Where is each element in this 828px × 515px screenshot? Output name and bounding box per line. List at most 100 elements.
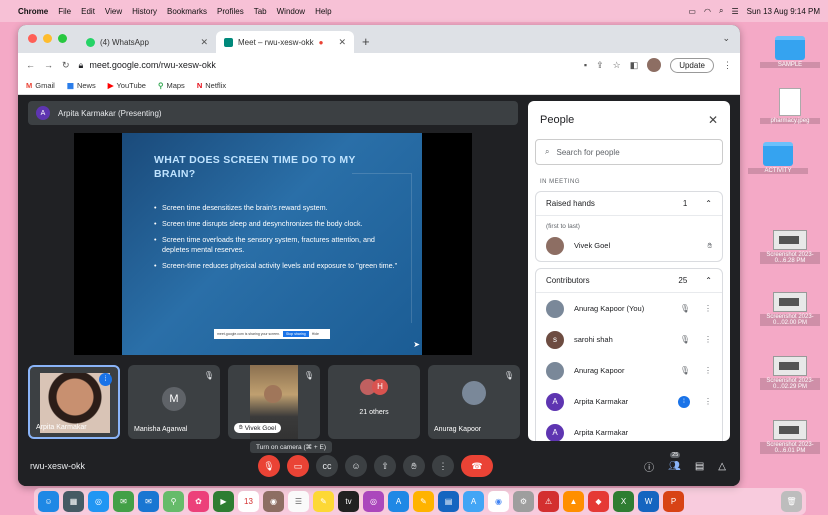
minimize-window-icon[interactable] xyxy=(43,34,52,43)
podcasts-icon[interactable]: ◎ xyxy=(363,491,384,512)
search-icon[interactable]: ⌕ xyxy=(719,6,723,16)
more-vert-icon[interactable]: ⋮ xyxy=(704,397,712,406)
menu-window[interactable]: Window xyxy=(277,7,305,16)
bookmark-gmail[interactable]: M Gmail xyxy=(26,81,55,90)
new-tab-icon[interactable]: + xyxy=(354,34,378,53)
acrobat-icon[interactable]: ⚠ xyxy=(538,491,559,512)
zoom-window-icon[interactable] xyxy=(58,34,67,43)
reload-icon[interactable]: ↻ xyxy=(62,60,70,71)
app-store-icon[interactable]: A xyxy=(463,491,484,512)
trash-icon[interactable]: 🗑︎ xyxy=(781,491,802,512)
launchpad-icon[interactable]: ▦ xyxy=(63,491,84,512)
mail-icon[interactable]: ✉ xyxy=(138,491,159,512)
emoji-button[interactable]: ☺ xyxy=(345,455,367,477)
anydesk-icon[interactable]: ◆ xyxy=(588,491,609,512)
safari-icon[interactable]: ◎ xyxy=(88,491,109,512)
share-icon[interactable]: ⇪ xyxy=(596,60,604,71)
chevron-up-icon[interactable]: ⌃ xyxy=(705,199,712,208)
finder-icon[interactable]: ☺ xyxy=(38,491,59,512)
word-icon[interactable]: W xyxy=(638,491,659,512)
desktop-screenshot-3[interactable]: Screenshot 2023-0...02.29 PM xyxy=(760,356,820,390)
bookmark-news[interactable]: ▦ News xyxy=(67,81,96,90)
participant-tile[interactable]: 🎙︎ ✋︎ Vivek Goel xyxy=(228,365,320,439)
menu-help[interactable]: Help xyxy=(315,7,331,16)
chat-icon[interactable]: ▤ xyxy=(695,461,704,472)
contributors-header[interactable]: Contributors 25 ⌃ xyxy=(536,269,722,293)
menu-edit[interactable]: Edit xyxy=(81,7,95,16)
wifi-icon[interactable]: ◠ xyxy=(704,7,711,16)
list-item[interactable]: Anurag Kapoor (You) 🎙︎ ⋮ xyxy=(536,293,722,324)
excel-icon[interactable]: X xyxy=(613,491,634,512)
present-button[interactable]: ⇧ xyxy=(374,455,396,477)
participant-tile-others[interactable]: H 21 others xyxy=(328,365,420,439)
desktop-screenshot-1[interactable]: Screenshot 2023-0...6.28 PM xyxy=(760,230,820,264)
control-center-icon[interactable]: ☰ xyxy=(731,7,738,16)
facetime-icon[interactable]: ▶ xyxy=(213,491,234,512)
notes-icon[interactable]: ✎ xyxy=(313,491,334,512)
camera-in-use-icon[interactable]: ▪ xyxy=(584,60,587,70)
tab-meet[interactable]: Meet – rwu-xesw-okk ● ✕ xyxy=(216,31,354,53)
participant-tile[interactable]: M 🎙︎ Manisha Agarwal xyxy=(128,365,220,439)
close-icon[interactable]: ✕ xyxy=(338,37,346,48)
contacts-icon[interactable]: ◉ xyxy=(263,491,284,512)
sidebar-icon[interactable]: ◧ xyxy=(630,60,639,71)
desktop-folder-sample[interactable]: SAMPLE xyxy=(760,36,820,68)
tab-whatsapp[interactable]: (4) WhatsApp ✕ xyxy=(78,31,216,53)
raised-hands-header[interactable]: Raised hands 1 ⌃ xyxy=(536,192,722,216)
star-icon[interactable]: ☆ xyxy=(613,60,621,71)
more-options-button[interactable]: ⋮ xyxy=(432,455,454,477)
update-button[interactable]: Update xyxy=(670,57,714,73)
more-vert-icon[interactable]: ⋮ xyxy=(704,335,712,344)
chrome-icon[interactable]: ◉ xyxy=(488,491,509,512)
people-search-input[interactable]: ⌕ Search for people xyxy=(535,139,723,165)
back-icon[interactable]: ← xyxy=(26,60,35,70)
forward-icon[interactable]: → xyxy=(44,60,53,70)
hide-button[interactable]: Hide xyxy=(312,332,319,336)
menu-app-name[interactable]: Chrome xyxy=(18,7,48,16)
messages-icon[interactable]: ✉ xyxy=(113,491,134,512)
more-vert-icon[interactable]: ⋮ xyxy=(704,366,712,375)
participant-tile[interactable]: ⁞ Arpita Karmakar xyxy=(28,365,120,439)
captions-button[interactable]: cc xyxy=(316,455,338,477)
menu-profiles[interactable]: Profiles xyxy=(217,7,244,16)
menu-bookmarks[interactable]: Bookmarks xyxy=(167,7,207,16)
mic-off-button[interactable]: 🎙︎ xyxy=(258,455,280,477)
vlc-icon[interactable]: ▲ xyxy=(563,491,584,512)
participant-tile[interactable]: 🎙︎ Anurag Kapoor xyxy=(428,365,520,439)
close-icon[interactable]: ✕ xyxy=(708,113,718,127)
app-store-icon[interactable]: A xyxy=(388,491,409,512)
menu-view[interactable]: View xyxy=(105,7,122,16)
maps-icon[interactable]: ⚲ xyxy=(163,491,184,512)
menubar-clock[interactable]: Sun 13 Aug 9:14 PM xyxy=(747,7,820,16)
desktop-folder-activity[interactable]: ACTIVITY xyxy=(748,142,808,174)
presentation-stage[interactable]: WHAT DOES SCREEN TIME DO TO MY BRAIN? Sc… xyxy=(74,133,472,355)
url-field[interactable]: 🔒︎ meet.google.com/rwu-xesw-okk xyxy=(79,60,575,71)
keynote-icon[interactable]: ▤ xyxy=(438,491,459,512)
powerpoint-icon[interactable]: P xyxy=(663,491,684,512)
bookmark-youtube[interactable]: ▶ YouTube xyxy=(108,81,146,90)
bookmark-netflix[interactable]: N Netflix xyxy=(197,81,226,90)
battery-icon[interactable]: ▭ xyxy=(688,7,696,16)
reminders-icon[interactable]: ☰ xyxy=(288,491,309,512)
leave-call-button[interactable]: ☎︎ xyxy=(461,455,493,477)
photos-icon[interactable]: ✿ xyxy=(188,491,209,512)
menu-file[interactable]: File xyxy=(58,7,71,16)
info-icon[interactable]: ⓘ xyxy=(644,459,654,474)
chevron-down-icon[interactable]: ⌄ xyxy=(722,33,730,44)
desktop-screenshot-2[interactable]: Screenshot 2023-0...02.00 PM xyxy=(760,292,820,326)
activities-icon[interactable]: △ xyxy=(718,461,726,472)
profile-avatar[interactable] xyxy=(647,58,662,72)
close-icon[interactable]: ✕ xyxy=(200,37,208,48)
list-item[interactable]: A Arpita Karmakar ⁞ ⋮ xyxy=(536,386,722,417)
list-item[interactable]: A Arpita Karmakar xyxy=(536,417,722,441)
close-window-icon[interactable] xyxy=(28,34,37,43)
menu-history[interactable]: History xyxy=(132,7,157,16)
chevron-up-icon[interactable]: ⌃ xyxy=(705,276,712,285)
menu-tab[interactable]: Tab xyxy=(254,7,267,16)
bookmark-maps[interactable]: ⚲ Maps xyxy=(158,81,185,90)
calendar-icon[interactable]: 13 xyxy=(238,491,259,512)
list-item[interactable]: Vivek Goel ✋︎ xyxy=(536,230,722,261)
camera-off-button[interactable]: ▭ xyxy=(287,455,309,477)
raise-hand-button[interactable]: ✋︎ xyxy=(403,455,425,477)
pages-icon[interactable]: ✎ xyxy=(413,491,434,512)
